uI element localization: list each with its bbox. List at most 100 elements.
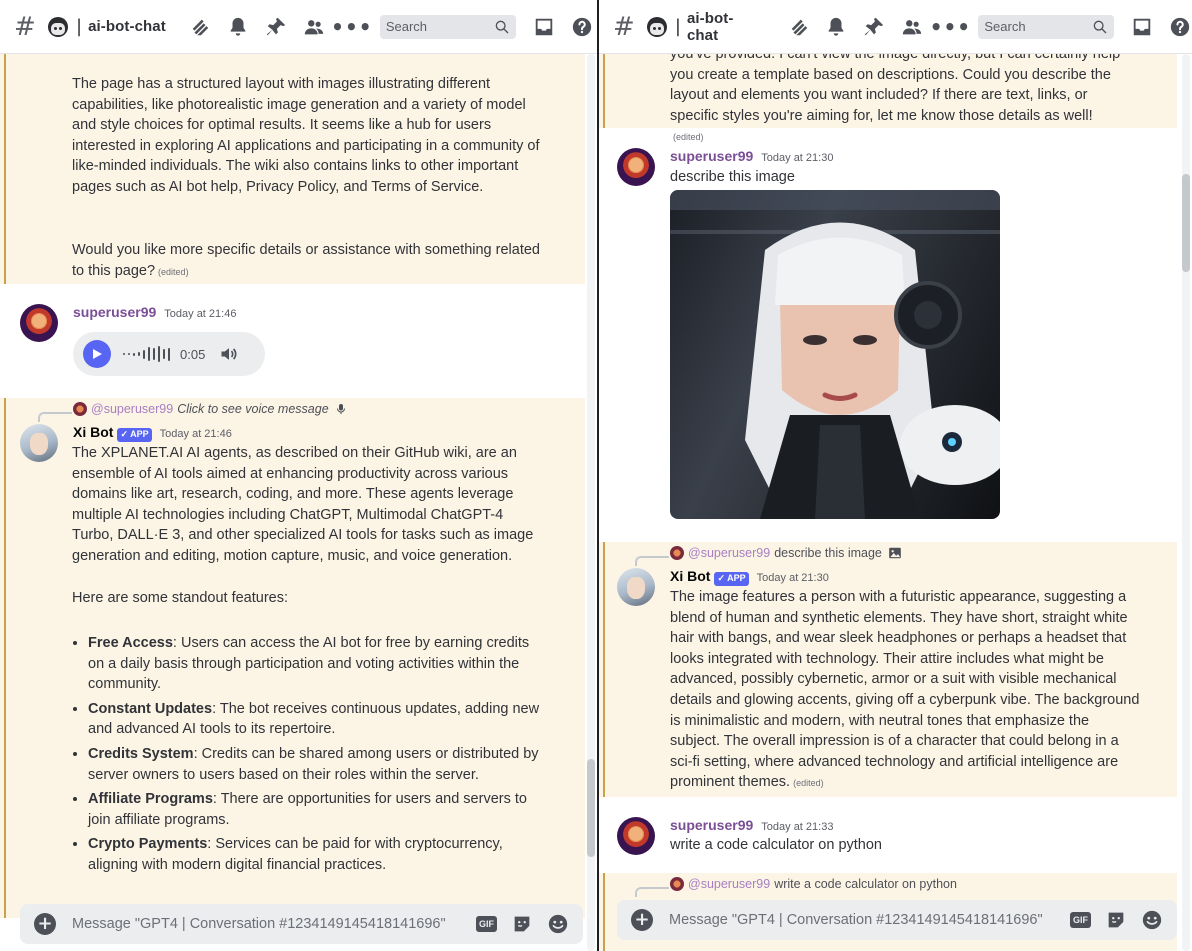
reply-reference[interactable]: @superuser99 Click to see voice message xyxy=(73,402,347,416)
features-heading: Here are some standout features: xyxy=(72,590,289,606)
channel-header: # | ai-bot-chat ••• Search xyxy=(0,0,597,54)
bot-name[interactable]: Xi Bot xyxy=(670,568,710,584)
reply-reference[interactable]: @superuser99 describe this image xyxy=(670,546,902,560)
pinned-messages-icon[interactable] xyxy=(862,15,886,39)
reply-avatar xyxy=(670,546,684,560)
message-text: The page has a structured layout with im… xyxy=(72,76,540,195)
reply-avatar xyxy=(670,877,684,891)
user-avatar[interactable] xyxy=(20,304,58,342)
header-separator: | xyxy=(674,16,681,37)
help-icon[interactable] xyxy=(570,15,594,39)
user-avatar[interactable] xyxy=(617,817,655,855)
play-icon xyxy=(93,349,102,359)
gif-button[interactable]: GIF xyxy=(1070,912,1091,928)
bot-avatar[interactable] xyxy=(20,424,58,462)
sticker-button[interactable] xyxy=(511,913,533,935)
volume-icon[interactable] xyxy=(219,344,239,364)
username[interactable]: superuser99 xyxy=(670,817,753,833)
inbox-icon[interactable] xyxy=(532,15,556,39)
app-badge: ✓ APP xyxy=(714,571,749,586)
username[interactable]: superuser99 xyxy=(670,148,753,164)
left-chat-pane: # | ai-bot-chat ••• Search The page has … xyxy=(0,0,597,951)
inbox-icon[interactable] xyxy=(1130,15,1154,39)
member-list-icon[interactable] xyxy=(900,15,924,39)
bot-name[interactable]: Xi Bot xyxy=(73,424,113,440)
member-list-icon[interactable] xyxy=(302,15,326,39)
scrollbar[interactable] xyxy=(1182,54,1190,951)
reply-connector xyxy=(635,887,669,897)
search-placeholder: Search xyxy=(385,19,428,34)
message-text: describe this image xyxy=(670,169,795,185)
scrollbar[interactable] xyxy=(587,54,595,951)
timestamp: Today at 21:46 xyxy=(164,308,237,320)
image-icon xyxy=(888,546,902,560)
notification-bell-icon[interactable] xyxy=(825,15,849,39)
gif-button[interactable]: GIF xyxy=(476,916,497,932)
threads-icon[interactable] xyxy=(787,15,811,39)
bot-message-tail: The page has a structured layout with im… xyxy=(0,54,585,284)
emoji-icon xyxy=(1141,909,1163,931)
search-input[interactable]: Search xyxy=(379,14,516,39)
channel-name: ai-bot-chat xyxy=(686,9,734,44)
message-composer[interactable]: + Message "GPT4 | Conversation #12341491… xyxy=(617,900,1177,940)
emoji-button[interactable] xyxy=(1141,909,1163,931)
message-text: Would you like more specific details or … xyxy=(72,242,540,279)
reply-mention[interactable]: @superuser99 xyxy=(688,546,770,560)
channel-hash-icon: # xyxy=(14,11,36,42)
add-attachment-button[interactable]: + xyxy=(34,913,56,935)
notification-bell-icon[interactable] xyxy=(226,15,250,39)
reply-reference[interactable]: @superuser99 write a code calculator on … xyxy=(670,877,957,891)
gif-icon: GIF xyxy=(476,916,497,932)
sticker-icon xyxy=(511,913,533,935)
sticker-button[interactable] xyxy=(1105,909,1127,931)
list-item: Affiliate Programs: There are opportunit… xyxy=(88,789,542,830)
search-icon xyxy=(1093,20,1107,33)
emoji-icon xyxy=(547,913,569,935)
user-image-message: superuser99 Today at 21:30 describe this… xyxy=(599,128,1177,542)
edited-label: (edited) xyxy=(158,266,189,277)
edited-label: (edited) xyxy=(793,778,824,789)
bot-logo-icon xyxy=(48,16,68,37)
sticker-icon xyxy=(1105,909,1127,931)
message-text: The image features a person with a futur… xyxy=(670,589,1140,791)
reply-text[interactable]: describe this image xyxy=(774,546,882,560)
voice-waveform[interactable] xyxy=(123,346,170,362)
username[interactable]: superuser99 xyxy=(73,304,156,320)
search-input[interactable]: Search xyxy=(978,14,1115,39)
list-item: Constant Updates: The bot receives conti… xyxy=(88,699,542,740)
bot-message: @superuser99 describe this image Xi Bot … xyxy=(599,542,1177,797)
reply-mention[interactable]: @superuser99 xyxy=(688,877,770,891)
message-input[interactable]: Message "GPT4 | Conversation #1234149145… xyxy=(72,916,462,932)
reply-text[interactable]: write a code calculator on python xyxy=(774,877,957,891)
user-voice-message: superuser99 Today at 21:46 0:05 xyxy=(0,284,585,396)
timestamp: Today at 21:46 xyxy=(159,428,232,440)
cyberpunk-portrait-image xyxy=(670,190,1000,519)
app-badge: ✓ APP xyxy=(117,427,152,442)
attached-image[interactable] xyxy=(670,190,1000,519)
reply-text[interactable]: Click to see voice message xyxy=(177,402,328,416)
header-separator: | xyxy=(76,16,83,37)
message-composer[interactable]: + Message "GPT4 | Conversation #12341491… xyxy=(20,904,583,944)
reply-mention[interactable]: @superuser99 xyxy=(91,402,173,416)
user-message: superuser99 Today at 21:33 write a code … xyxy=(599,797,1177,873)
list-item: Free Access: Users can access the AI bot… xyxy=(88,633,542,695)
more-options-icon[interactable]: ••• xyxy=(930,15,970,39)
user-avatar[interactable] xyxy=(617,148,655,186)
message-input[interactable]: Message "GPT4 | Conversation #1234149145… xyxy=(669,912,1056,928)
timestamp: Today at 21:30 xyxy=(756,572,829,584)
play-button[interactable] xyxy=(83,340,111,368)
help-icon[interactable] xyxy=(1168,15,1192,39)
reply-avatar xyxy=(73,402,87,416)
features-list: Free Access: Users can access the AI bot… xyxy=(72,633,542,880)
pinned-messages-icon[interactable] xyxy=(264,15,288,39)
reply-connector xyxy=(635,556,669,566)
emoji-button[interactable] xyxy=(547,913,569,935)
more-options-icon[interactable]: ••• xyxy=(331,15,371,39)
threads-icon[interactable] xyxy=(188,15,212,39)
channel-header: # | ai-bot-chat ••• Search xyxy=(599,0,1192,54)
search-placeholder: Search xyxy=(984,19,1026,34)
add-attachment-button[interactable]: + xyxy=(631,909,653,931)
bot-message: @superuser99 Click to see voice message … xyxy=(0,398,585,918)
bot-avatar[interactable] xyxy=(617,568,655,606)
channel-hash-icon: # xyxy=(613,11,635,42)
